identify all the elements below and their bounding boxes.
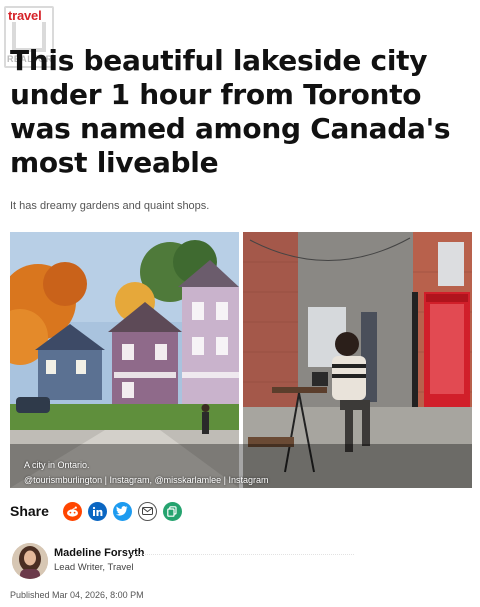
author-avatar[interactable] (12, 543, 48, 579)
email-icon (141, 507, 153, 515)
photo-caption: A city in Ontario. (24, 460, 90, 470)
twitter-share-button[interactable] (112, 501, 132, 521)
twitter-icon (116, 506, 128, 516)
linkedin-icon (92, 506, 103, 516)
published-date: Published Mar 04, 2026, 8:00 PM (10, 590, 144, 600)
copy-link-icon (167, 505, 178, 517)
share-bar: Share (10, 500, 188, 522)
byline-rule (124, 554, 354, 555)
reddit-icon (66, 506, 78, 517)
copy-link-share-button[interactable] (162, 501, 182, 521)
share-label: Share (10, 503, 49, 519)
photo-credit: @tourismburlington | Instagram, @misskar… (24, 475, 269, 485)
category-tag[interactable]: travel (8, 8, 42, 23)
author-name[interactable]: Madeline Forsyth (54, 547, 144, 559)
reddit-share-button[interactable] (62, 501, 82, 521)
article-headline: This beautiful lakeside city under 1 hou… (10, 44, 451, 179)
hero-image: A city in Ontario. @tourismburlington | … (10, 232, 472, 488)
author-photo-illustration (12, 543, 48, 579)
author-role: Lead Writer, Travel (54, 562, 134, 573)
hero-photo-illustration (10, 232, 472, 488)
article-subheadline: It has dreamy gardens and quaint shops. (10, 200, 210, 212)
linkedin-share-button[interactable] (87, 501, 107, 521)
email-share-button[interactable] (137, 501, 157, 521)
